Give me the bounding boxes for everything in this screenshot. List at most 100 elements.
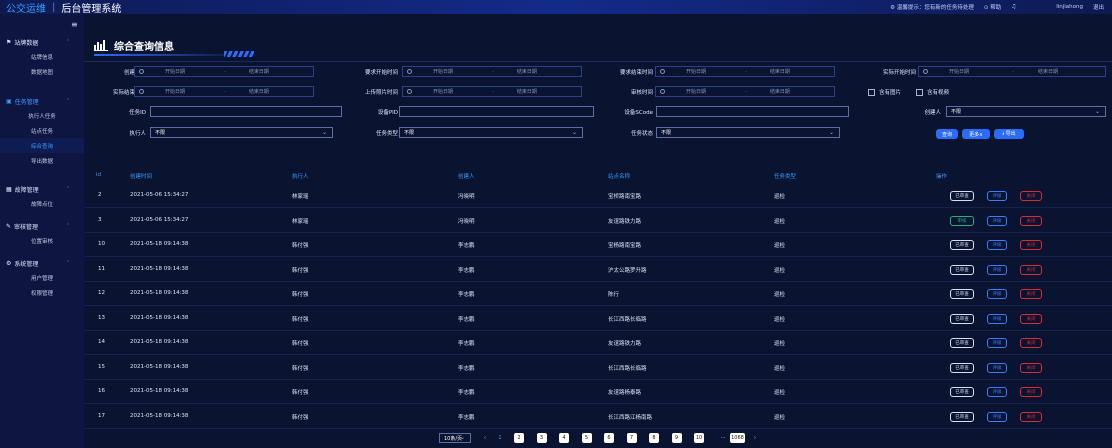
rate-button[interactable]: 评级 [987,215,1007,226]
review-button[interactable]: 已审查 [950,338,974,348]
cell-creator: 李志鹏 [458,316,475,323]
notice-link[interactable]: ⚙ 温馨提示：您有新的任务待处理 [890,3,974,11]
cell-created: 2021-05-18 09:14:38 [130,241,189,247]
page-number[interactable]: 10 [694,433,704,443]
close-button[interactable]: 关闭 [1020,191,1042,201]
menu-group-title[interactable]: ⚑ 站牌数据 ⌃ [0,35,84,49]
rate-button[interactable]: 评级 [987,264,1007,275]
page-number[interactable]: 6 [604,433,614,443]
task-id-input[interactable] [150,106,342,117]
has-photo-checkbox[interactable]: 含有图片 [868,88,901,96]
sidebar-item-stop-info[interactable]: 站牌信息 [0,49,84,64]
menu-group-title[interactable]: ⚙ 系统管理 ⌃ [0,256,84,270]
act-end-range[interactable]: 开始日期 - 结束日期 [134,86,314,97]
export-button[interactable]: ⭳ 导出 [994,129,1024,139]
req-end-range[interactable]: 开始日期 - 结束日期 [655,66,835,77]
sidebar-item-permission-management[interactable]: 权限管理 [0,285,84,300]
executor-label: 执行人 [129,131,146,137]
cell-id: 14 [98,339,105,345]
cell-created: 2021-05-18 09:14:38 [130,388,189,394]
page-number[interactable]: 4 [559,433,569,443]
sidebar-item-combined-query[interactable]: 综合查询 [0,138,84,153]
page-number[interactable]: 5 [581,433,592,443]
audit-time-range[interactable]: 开始日期 - 结束日期 [655,86,835,97]
page-current[interactable]: 1 [495,433,505,443]
user-name[interactable]: linjiahong [1056,4,1083,10]
sidebar-item-executor-tasks[interactable]: 执行人任务 [0,108,84,123]
sidebar-item-data-map[interactable]: 数据地图 [0,64,84,79]
query-button[interactable]: 查询 [936,129,958,139]
act-start-range[interactable]: 开始日期 - 结束日期 [918,66,1106,77]
review-button[interactable]: 已审查 [950,264,974,275]
cell-type: 巡检 [774,218,786,225]
sidebar-item-user-management[interactable]: 用户管理 [0,270,84,285]
page-number[interactable]: 9 [671,433,682,443]
review-button[interactable]: 已审查 [950,362,974,373]
review-button[interactable]: 已审查 [950,411,974,422]
menu-group-title[interactable]: ▣ 任务管理 ⌃ [0,94,84,108]
page-last[interactable]: 1068 [730,433,745,443]
page-number[interactable]: 7 [626,433,637,443]
sidebar-item-fault-points[interactable]: 故障点位 [0,196,84,211]
rate-button[interactable]: 评级 [987,387,1007,397]
menu-group-title[interactable]: ▦ 故障管理 ⌃ [0,182,84,196]
rate-button[interactable]: 评级 [987,313,1007,324]
sidebar-item-station-tasks[interactable]: 站点任务 [0,123,84,138]
task-type-select[interactable]: 不限 ⌄ [399,127,583,138]
close-button[interactable]: 关闭 [1020,240,1042,250]
rate-button[interactable]: 评级 [987,191,1007,201]
close-button[interactable]: 关闭 [1020,289,1042,299]
review-button[interactable]: 已审查 [950,387,974,397]
device-pid-input[interactable] [399,106,594,117]
rate-button[interactable]: 评级 [987,240,1007,250]
clock-icon [407,69,412,74]
rate-button[interactable]: 评级 [987,411,1007,422]
page-size-select[interactable]: 10条/页 ⌄ [439,433,471,443]
logout-link[interactable]: 退出 [1093,3,1104,11]
device-scode-input[interactable] [656,106,849,117]
rate-button[interactable]: 评级 [987,338,1007,348]
page-number[interactable]: 8 [649,433,659,443]
create-time-range[interactable]: 开始日期 - 结束日期 [134,66,314,77]
range-start: 开始日期 [433,69,454,75]
close-button[interactable]: 关闭 [1020,411,1042,422]
audit-icon: ✎ [6,222,12,230]
review-button[interactable]: 已审查 [950,191,974,201]
task-status-select[interactable]: 不限 ⌄ [656,127,840,138]
review-button[interactable]: 审核 [950,215,974,226]
review-button[interactable]: 已审查 [950,289,974,299]
page-ellipsis[interactable]: ··· [719,433,727,443]
close-button[interactable]: 关闭 [1020,387,1042,397]
close-button[interactable]: 关闭 [1020,264,1042,275]
help-link[interactable]: ⊙ 帮助 [984,3,1001,11]
more-button[interactable]: 更多∧ [962,129,990,139]
page-number[interactable]: 3 [536,433,547,443]
close-button[interactable]: 关闭 [1020,215,1042,226]
close-button[interactable]: 关闭 [1020,362,1042,373]
menu-group-title[interactable]: ✎ 审核管理 ⌃ [0,219,84,233]
sidebar-item-location-audit[interactable]: 位置审核 [0,233,84,248]
review-button[interactable]: 已审查 [950,313,974,324]
prev-page-button[interactable]: ‹ [481,433,489,443]
col-header-station: 站点名称 [608,174,631,180]
upload-time-range[interactable]: 开始日期 - 结束日期 [402,86,582,97]
page-header: 综合查询信息 [94,38,174,53]
cell-type: 巡检 [774,243,786,249]
sidebar: ≡ ⚑ 站牌数据 ⌃ 站牌信息 数据地图 ▣ 任务管理 ⌃ 执行人任务 站点任务… [0,14,84,448]
menu-toggle-icon[interactable]: ≡ [71,20,78,29]
executor-select[interactable]: 不限 ⌄ [150,127,333,138]
sidebar-item-export-data[interactable]: 导出数据 [0,153,84,168]
chevron-up-icon: ⌃ [65,223,70,229]
close-button[interactable]: 关闭 [1020,313,1042,324]
req-start-range[interactable]: 开始日期 - 结束日期 [402,66,582,77]
page-number[interactable]: 2 [514,433,524,443]
close-button[interactable]: 关闭 [1020,338,1042,348]
rate-button[interactable]: 评级 [987,362,1007,373]
review-button[interactable]: 已审查 [950,240,974,250]
has-video-checkbox[interactable]: 含有视频 [916,88,949,96]
table-row: 16 2021-05-18 09:14:38 韩付强 李志鹏 友谊路杨泰路 巡检 已审查 评级… [84,381,1112,404]
rate-button[interactable]: 评级 [987,289,1007,299]
bell-icon[interactable]: ♫ [1011,4,1016,10]
creator-select[interactable]: 不限 ⌄ [946,106,1106,117]
next-page-button[interactable]: › [751,433,759,443]
